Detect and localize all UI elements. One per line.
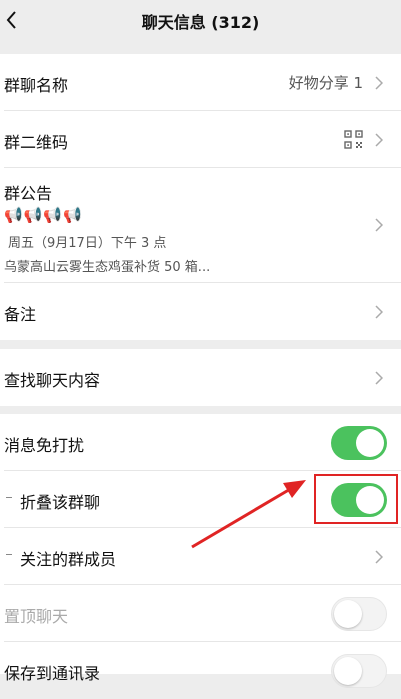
- notice-text: 乌蒙高山云雾生态鸡蛋补货 50 箱...: [4, 260, 211, 275]
- search-chat-label: 查找聊天内容: [4, 371, 101, 390]
- indent-dash: [6, 497, 12, 498]
- mute-toggle[interactable]: [331, 426, 387, 460]
- megaphone-icons: 📢📢📢📢: [4, 206, 83, 224]
- group-notice-row[interactable]: 群公告 📢📢📢📢 周五（9月17日）下午 3 点 乌蒙高山云雾生态鸡蛋补货 50…: [0, 168, 401, 283]
- group-info-section: 群聊名称 好物分享 1 群二维码 群公告 📢📢📢📢 周五（9月17日）下午 3 …: [0, 54, 401, 340]
- save-contacts-row: 保存到通讯录: [0, 642, 401, 699]
- pin-row: 置顶聊天: [0, 585, 401, 642]
- group-name-row[interactable]: 群聊名称 好物分享 1: [0, 54, 401, 111]
- indent-dash: [6, 554, 12, 555]
- toggle-knob: [334, 600, 362, 628]
- chevron-right-icon: [375, 371, 383, 385]
- chevron-right-icon: [375, 133, 383, 147]
- mute-label: 消息免打扰: [4, 436, 85, 455]
- fold-row: 折叠该群聊: [0, 471, 401, 528]
- pin-toggle[interactable]: [331, 597, 387, 631]
- search-section: 查找聊天内容: [0, 349, 401, 406]
- chevron-right-icon: [375, 305, 383, 319]
- group-qr-label: 群二维码: [4, 133, 69, 152]
- toggle-knob: [356, 486, 384, 514]
- mute-row: 消息免打扰: [0, 414, 401, 471]
- chevron-right-icon: [375, 550, 383, 564]
- group-name-value: 好物分享 1: [288, 74, 363, 92]
- remark-row[interactable]: 备注: [0, 283, 401, 340]
- remark-label: 备注: [4, 305, 37, 324]
- group-name-label: 群聊名称: [4, 76, 69, 95]
- chevron-right-icon: [375, 76, 383, 90]
- save-contacts-label: 保存到通讯录: [4, 664, 101, 683]
- fold-label: 折叠该群聊: [20, 493, 101, 512]
- group-notice-label: 群公告: [4, 184, 53, 203]
- toggle-knob: [334, 657, 362, 685]
- qr-code-icon: [344, 130, 363, 149]
- nav-bar: 聊天信息 (312): [0, 0, 401, 40]
- page-title: 聊天信息 (312): [141, 13, 260, 32]
- settings-section: 消息免打扰 折叠该群聊 关注的群成员 置顶聊天 保存到通讯录: [0, 414, 401, 688]
- toggle-knob: [356, 429, 384, 457]
- pin-label: 置顶聊天: [4, 607, 69, 626]
- follow-members-label: 关注的群成员: [20, 550, 117, 569]
- group-qr-row[interactable]: 群二维码: [0, 111, 401, 168]
- search-chat-row[interactable]: 查找聊天内容: [0, 349, 401, 406]
- chevron-right-icon: [375, 218, 383, 232]
- save-contacts-toggle[interactable]: [331, 654, 387, 688]
- fold-toggle[interactable]: [331, 483, 387, 517]
- notice-date: 周五（9月17日）下午 3 点: [8, 236, 167, 251]
- follow-members-row[interactable]: 关注的群成员: [0, 528, 401, 585]
